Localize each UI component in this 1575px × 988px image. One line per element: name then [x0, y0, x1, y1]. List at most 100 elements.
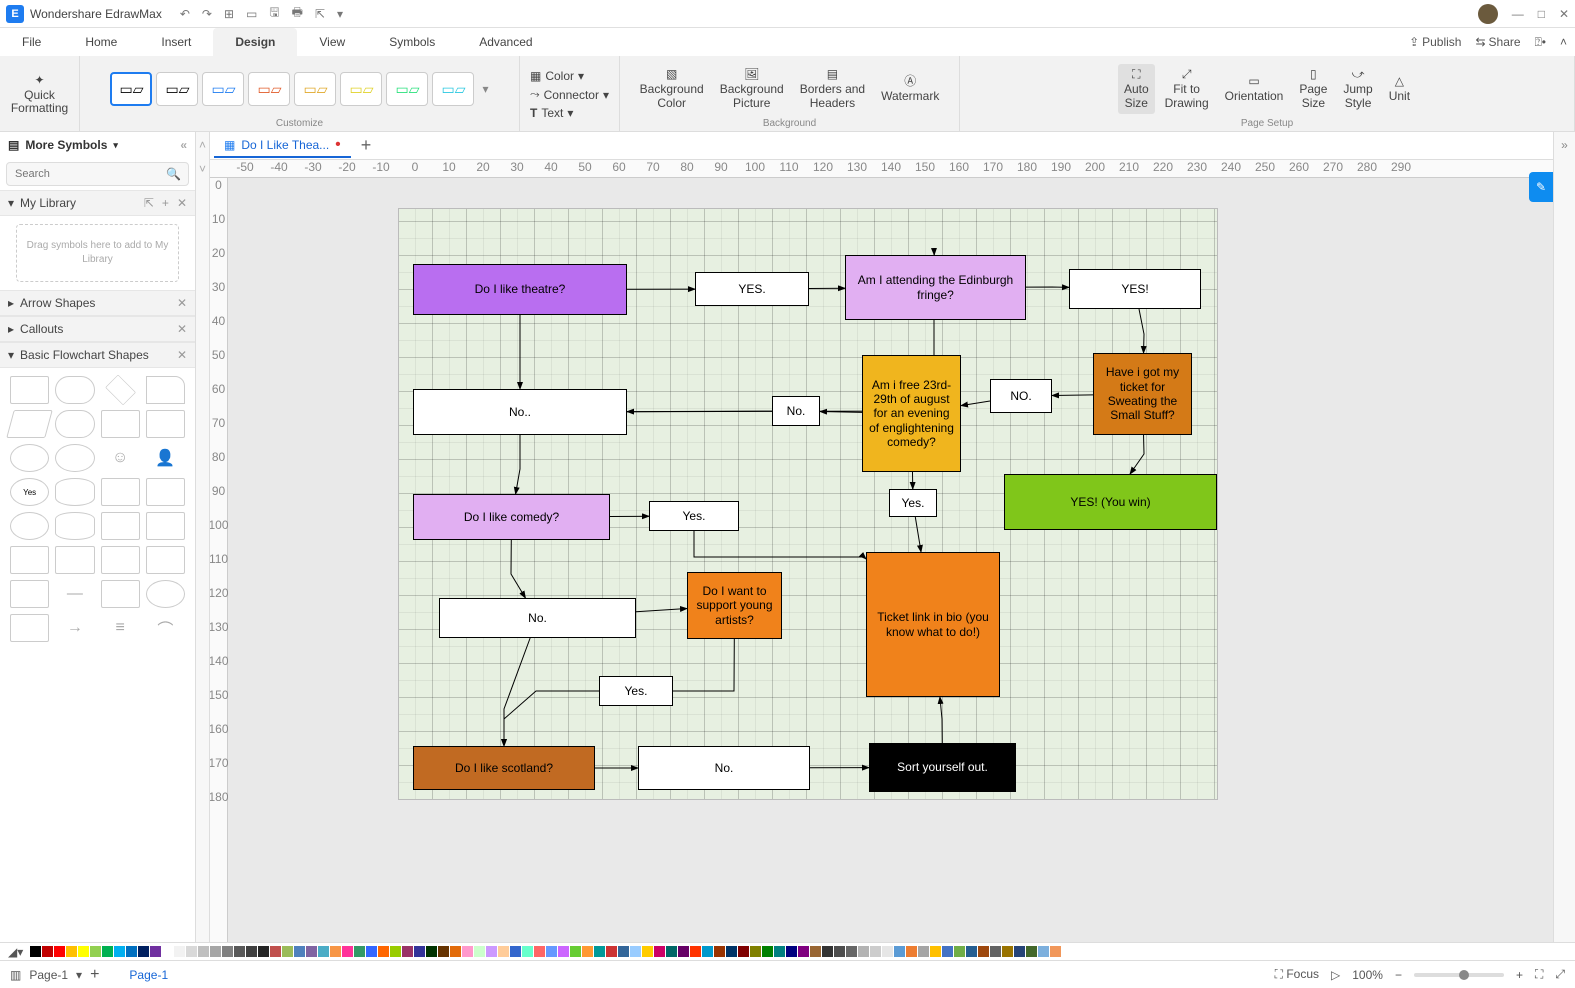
- shape-yes[interactable]: Yes: [10, 478, 49, 506]
- theme-swatch-6[interactable]: ▭▱: [340, 72, 382, 106]
- redo-icon[interactable]: ↷: [202, 7, 212, 21]
- text-dropdown[interactable]: T Text ▾: [530, 106, 609, 120]
- zoom-out-button[interactable]: −: [1395, 968, 1402, 982]
- shape-hex[interactable]: [10, 580, 49, 608]
- my-library-section[interactable]: ▾My Library ⇱+✕: [0, 190, 195, 216]
- color-swatch[interactable]: [438, 946, 449, 957]
- color-swatch[interactable]: [966, 946, 977, 957]
- flow-node[interactable]: Do I like theatre?: [413, 264, 627, 315]
- menu-view[interactable]: View: [297, 28, 367, 56]
- close-lib-icon[interactable]: ✕: [177, 196, 187, 210]
- color-swatch[interactable]: [918, 946, 929, 957]
- shape-card[interactable]: [101, 478, 140, 506]
- color-swatch[interactable]: [126, 946, 137, 957]
- fit-page-icon[interactable]: ⛶: [1535, 967, 1543, 982]
- color-swatch[interactable]: [618, 946, 629, 957]
- color-swatch[interactable]: [270, 946, 281, 957]
- page-selector[interactable]: Page-1: [29, 968, 68, 982]
- shape-note[interactable]: ≡: [101, 614, 140, 642]
- menu-advanced[interactable]: Advanced: [457, 28, 554, 56]
- flow-node[interactable]: YES! (You win): [1004, 474, 1217, 530]
- color-swatch[interactable]: [498, 946, 509, 957]
- menu-insert[interactable]: Insert: [139, 28, 213, 56]
- page-dropdown-icon[interactable]: ▾: [76, 968, 82, 982]
- color-swatch[interactable]: [606, 946, 617, 957]
- shape-cylinder[interactable]: [55, 512, 94, 540]
- color-swatch[interactable]: [822, 946, 833, 957]
- shape-internal-storage[interactable]: [146, 410, 185, 438]
- color-swatch[interactable]: [702, 946, 713, 957]
- shape-shield[interactable]: [10, 614, 49, 642]
- watermark-button[interactable]: ⒶWatermark: [875, 71, 945, 107]
- color-swatch[interactable]: [882, 946, 893, 957]
- color-swatch[interactable]: [534, 946, 545, 957]
- fullscreen-icon[interactable]: ⤢: [1555, 967, 1565, 982]
- theme-swatch-2[interactable]: ▭▱: [156, 72, 198, 106]
- flow-node[interactable]: Do I like scotland?: [413, 746, 595, 790]
- theme-more-icon[interactable]: ▾: [482, 82, 488, 96]
- fit-to-drawing-button[interactable]: ⤢Fit to Drawing: [1159, 64, 1215, 114]
- basic-flowchart-section[interactable]: ▾Basic Flowchart Shapes✕: [0, 342, 195, 368]
- color-swatch[interactable]: [858, 946, 869, 957]
- menu-design[interactable]: Design: [213, 28, 297, 56]
- shape-tag[interactable]: [101, 546, 140, 574]
- color-swatch[interactable]: [462, 946, 473, 957]
- color-swatch[interactable]: [930, 946, 941, 957]
- color-swatch[interactable]: [942, 946, 953, 957]
- shape-arc[interactable]: ⌒: [146, 614, 185, 642]
- print-icon[interactable]: 🖶: [292, 3, 303, 24]
- flow-node[interactable]: Do I want to support young artists?: [687, 572, 782, 639]
- user-avatar[interactable]: [1478, 4, 1498, 24]
- color-swatch[interactable]: [1002, 946, 1013, 957]
- minimize-button[interactable]: —: [1512, 7, 1524, 21]
- background-picture-button[interactable]: 🖼Background Picture: [714, 64, 790, 114]
- shape-trap[interactable]: [146, 512, 185, 540]
- color-swatch[interactable]: [102, 946, 113, 957]
- color-swatch[interactable]: [78, 946, 89, 957]
- color-swatch[interactable]: [330, 946, 341, 957]
- close-section-icon[interactable]: ✕: [177, 348, 187, 362]
- auto-size-button[interactable]: ⛶Auto Size: [1118, 64, 1155, 114]
- color-swatch[interactable]: [234, 946, 245, 957]
- color-swatch[interactable]: [1050, 946, 1061, 957]
- color-dropdown[interactable]: ▦ Color ▾: [530, 69, 609, 83]
- presentation-icon[interactable]: ▷: [1331, 968, 1340, 982]
- page-size-button[interactable]: ▯Page Size: [1293, 64, 1333, 114]
- color-swatch[interactable]: [258, 946, 269, 957]
- color-swatch[interactable]: [630, 946, 641, 957]
- color-swatch[interactable]: [690, 946, 701, 957]
- orientation-button[interactable]: ▭Orientation: [1219, 71, 1290, 107]
- new-icon[interactable]: ⊞: [224, 7, 234, 21]
- theme-swatch-1[interactable]: ▭▱: [110, 72, 152, 106]
- color-swatch[interactable]: [390, 946, 401, 957]
- color-swatch[interactable]: [642, 946, 653, 957]
- add-lib-icon[interactable]: +: [162, 196, 169, 210]
- color-swatch[interactable]: [510, 946, 521, 957]
- shape-wave[interactable]: [10, 546, 49, 574]
- zoom-slider[interactable]: [1414, 973, 1504, 977]
- notifications-icon[interactable]: ⍰•: [1535, 35, 1546, 50]
- color-swatch[interactable]: [246, 946, 257, 957]
- slim-up-icon[interactable]: ˄: [199, 138, 206, 152]
- color-swatch[interactable]: [198, 946, 209, 957]
- color-swatch[interactable]: [402, 946, 413, 957]
- theme-swatch-8[interactable]: ▭▱: [432, 72, 474, 106]
- close-section-icon[interactable]: ✕: [177, 322, 187, 336]
- color-swatch[interactable]: [846, 946, 857, 957]
- borders-headers-button[interactable]: ▤Borders and Headers: [794, 64, 871, 114]
- shape-diamond[interactable]: [105, 375, 136, 406]
- add-page-button[interactable]: +: [90, 966, 99, 984]
- color-swatch[interactable]: [990, 946, 1001, 957]
- shape-circle3[interactable]: [146, 580, 185, 608]
- page-surface[interactable]: Do I like theatre?YES.Am I attending the…: [398, 208, 1218, 800]
- theme-swatch-7[interactable]: ▭▱: [386, 72, 428, 106]
- color-swatch[interactable]: [222, 946, 233, 957]
- unit-button[interactable]: △Unit: [1383, 71, 1416, 107]
- color-swatch[interactable]: [798, 946, 809, 957]
- flow-node[interactable]: NO.: [990, 379, 1052, 413]
- flow-node[interactable]: Am I attending the Edinburgh fringe?: [845, 255, 1026, 320]
- flow-node[interactable]: No..: [413, 389, 627, 435]
- shape-manual-op[interactable]: [101, 512, 140, 540]
- color-swatch[interactable]: [354, 946, 365, 957]
- color-swatch[interactable]: [318, 946, 329, 957]
